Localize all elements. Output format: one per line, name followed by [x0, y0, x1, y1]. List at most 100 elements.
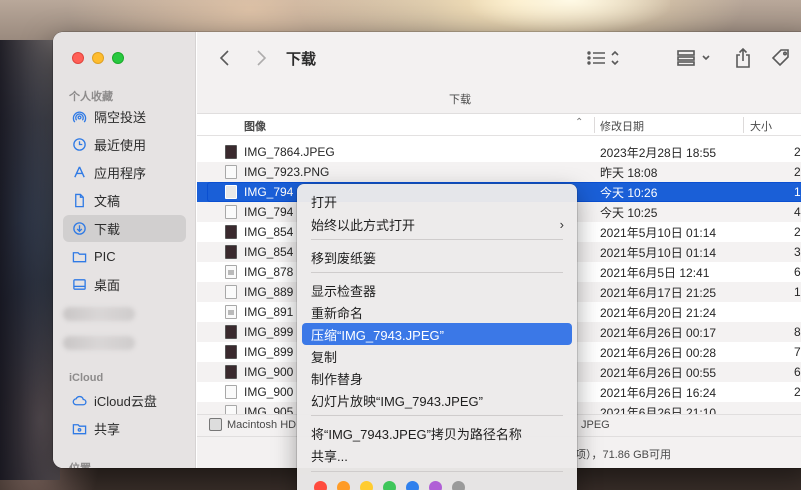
image-file-icon — [225, 265, 237, 279]
file-date: 2021年6月26日 00:28 — [600, 345, 717, 360]
file-name: IMG_889 — [244, 285, 294, 299]
path-disk[interactable]: Macintosh HD — [227, 419, 296, 431]
cloud-icon — [71, 393, 87, 409]
sidebar-item-label: 文稿 — [94, 194, 121, 209]
hard-disk-icon — [209, 418, 222, 431]
clock-icon — [71, 137, 87, 153]
sidebar-item-applications[interactable]: 应用程序 — [63, 159, 186, 186]
minimize-button[interactable] — [92, 52, 104, 64]
file-date: 昨天 18:08 — [600, 165, 658, 180]
file-date: 2023年2月28日 18:55 — [600, 145, 717, 160]
file-date: 2021年6月5日 12:41 — [600, 265, 710, 280]
column-divider[interactable] — [743, 117, 744, 133]
share-button[interactable] — [732, 46, 754, 70]
table-row[interactable]: IMG_7864.JPEG 2023年2月28日 18:55 2 — [197, 142, 801, 162]
image-file-icon — [225, 405, 237, 414]
column-date[interactable]: 修改日期 — [600, 118, 644, 134]
file-date: 2021年6月26日 00:55 — [600, 365, 717, 380]
path-title: 下载 — [449, 93, 471, 106]
sidebar-item-pic[interactable]: PIC — [63, 243, 186, 270]
file-name: IMG_854 — [244, 245, 294, 259]
document-icon — [71, 193, 87, 209]
sidebar-item-label: 最近使用 — [94, 138, 147, 153]
close-button[interactable] — [72, 52, 84, 64]
file-date: 2021年5月10日 01:14 — [600, 225, 717, 240]
sidebar-item-label: 共享 — [94, 422, 121, 437]
back-button[interactable] — [215, 48, 235, 68]
menu-item-open-with[interactable]: 始终以此方式打开 › — [302, 213, 572, 235]
image-file-icon — [225, 285, 237, 299]
menu-item-make-alias[interactable]: 制作替身 — [302, 367, 572, 389]
tag-colors — [314, 481, 465, 490]
tag-purple[interactable] — [429, 481, 442, 490]
table-row[interactable]: IMG_7923.PNG 昨天 18:08 2 — [197, 162, 801, 182]
file-name: IMG_7923.PNG — [244, 165, 330, 179]
sidebar-icloud-header: iCloud — [69, 372, 104, 384]
file-date: 今天 10:25 — [600, 205, 658, 220]
tag-gray[interactable] — [452, 481, 465, 490]
file-name: IMG_854 — [244, 225, 294, 239]
column-name[interactable]: 图像 — [244, 118, 266, 134]
file-name: IMG_899 — [244, 345, 294, 359]
sidebar-item-label: iCloud云盘 — [94, 394, 157, 409]
sidebar-item-icloud-drive[interactable]: iCloud云盘 — [63, 387, 186, 414]
wallpaper-shadow — [0, 40, 60, 480]
airdrop-icon — [71, 109, 87, 125]
sidebar-item-shared[interactable]: 共享 — [63, 415, 186, 442]
zoom-button[interactable] — [112, 52, 124, 64]
menu-item-rename[interactable]: 重新命名 — [302, 301, 572, 323]
tag-orange[interactable] — [337, 481, 350, 490]
menu-item-label: 始终以此方式打开 — [311, 217, 416, 233]
sidebar-item-redacted[interactable] — [63, 307, 135, 321]
menu-item-share[interactable]: 共享... — [302, 444, 572, 466]
menu-separator — [311, 239, 563, 240]
tag-button[interactable] — [770, 46, 792, 70]
download-icon — [71, 221, 87, 237]
file-date: 2021年6月20日 21:24 — [600, 305, 717, 320]
file-date: 2021年5月10日 01:14 — [600, 245, 717, 260]
chevron-left-icon — [219, 50, 229, 66]
menu-item-compress[interactable]: 压缩“IMG_7943.JPEG” — [302, 323, 572, 345]
menu-item-copy-path[interactable]: 将“IMG_7943.JPEG”拷贝为路径名称 — [302, 422, 572, 444]
sidebar-item-airdrop[interactable]: 隔空投送 — [63, 103, 186, 130]
sidebar-item-desktop[interactable]: 桌面 — [63, 271, 186, 298]
sidebar-item-label: 应用程序 — [94, 166, 147, 181]
sidebar: 个人收藏 隔空投送 最近使用 应用程序 文稿 下载 PIC 桌面 iCloud … — [53, 32, 196, 468]
applications-icon — [71, 165, 87, 181]
window-title: 下载 — [286, 51, 317, 68]
window-controls — [72, 52, 124, 64]
sidebar-item-recents[interactable]: 最近使用 — [63, 131, 186, 158]
menu-item-open[interactable]: 打开 — [302, 190, 572, 212]
view-options-button[interactable] — [585, 47, 625, 69]
image-file-icon — [225, 205, 237, 219]
image-file-icon — [225, 245, 237, 259]
sidebar-favorites-header: 个人收藏 — [69, 91, 113, 103]
context-menu: 打开 始终以此方式打开 › 移到废纸篓 显示检查器 重新命名 压缩“IMG_79… — [297, 184, 577, 490]
sidebar-item-downloads[interactable]: 下载 — [63, 215, 186, 242]
menu-item-slideshow[interactable]: 幻灯片放映“IMG_7943.JPEG” — [302, 389, 572, 411]
list-view-icon — [587, 50, 619, 66]
sidebar-item-redacted[interactable] — [63, 336, 135, 350]
tag-green[interactable] — [383, 481, 396, 490]
path-file[interactable]: JPEG — [581, 419, 610, 431]
free-space-text: 项），71.86 GB可用 — [575, 449, 671, 461]
file-size: 6 — [794, 365, 801, 379]
forward-button[interactable] — [251, 48, 271, 68]
toolbar: 下载 — [197, 32, 801, 84]
menu-item-duplicate[interactable]: 复制 — [302, 345, 572, 367]
tag-yellow[interactable] — [360, 481, 373, 490]
sidebar-item-documents[interactable]: 文稿 — [63, 187, 186, 214]
file-name: IMG_899 — [244, 325, 294, 339]
menu-item-get-info[interactable]: 显示检查器 — [302, 279, 572, 301]
column-header: 图像 ⌃ 修改日期 大小 — [197, 114, 801, 136]
column-divider[interactable] — [594, 117, 595, 133]
tag-blue[interactable] — [406, 481, 419, 490]
sort-ascending-icon: ⌃ — [575, 117, 584, 128]
image-file-icon — [225, 305, 237, 319]
file-name: IMG_794 — [244, 185, 294, 199]
menu-item-move-to-trash[interactable]: 移到废纸篓 — [302, 246, 572, 268]
image-file-icon — [225, 185, 237, 199]
column-size[interactable]: 大小 — [750, 118, 772, 134]
group-button[interactable] — [675, 47, 717, 69]
tag-red[interactable] — [314, 481, 327, 490]
